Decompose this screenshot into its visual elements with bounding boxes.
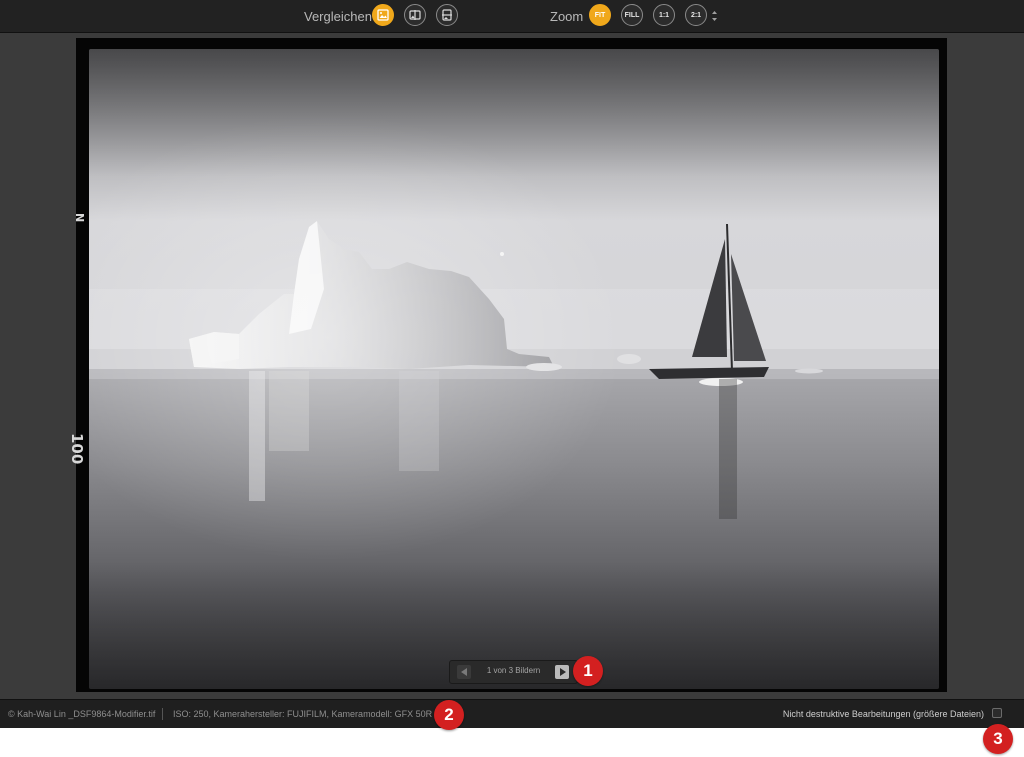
non-destructive-label: Nicht destruktive Bearbeitungen (größere… [782, 709, 984, 719]
compare-single-button[interactable] [372, 4, 394, 26]
non-destructive-checkbox[interactable] [992, 708, 1002, 718]
compare-label: Vergleichen [304, 9, 372, 24]
callout-marker-3: 3 [983, 724, 1013, 754]
status-divider [162, 708, 163, 720]
callout-marker-1: 1 [573, 656, 603, 686]
stacked-view-icon [442, 9, 452, 21]
zoom-2-1-button[interactable]: 2:1 [685, 4, 707, 26]
zoom-fit-button[interactable]: FIT [589, 4, 611, 26]
pager-counter: 1 von 3 Bildern [486, 666, 541, 675]
status-bar: © Kah-Wai Lin _DSF9864-Modifier.tif ISO:… [0, 699, 1024, 728]
image-pager: 1 von 3 Bildern [449, 660, 578, 684]
compare-split-button[interactable] [404, 4, 426, 26]
photo-canvas[interactable] [89, 49, 939, 689]
top-toolbar: Vergleichen Zoom FIT FILL 1:1 2:1 [0, 0, 1024, 33]
file-info: © Kah-Wai Lin _DSF9864-Modifier.tif [8, 709, 156, 719]
single-image-icon [377, 9, 389, 21]
split-view-icon [409, 10, 421, 20]
film-frame: N 100 [68, 38, 947, 692]
film-edge-mark-bottom: 100 [68, 433, 86, 465]
next-image-button[interactable] [555, 665, 569, 679]
photo-image [89, 49, 939, 689]
arrow-left-icon [460, 668, 467, 676]
zoom-1-1-button[interactable]: 1:1 [653, 4, 675, 26]
film-edge-mark-top: N [73, 213, 86, 223]
zoom-stepper-icon[interactable] [711, 9, 718, 23]
app-window: Vergleichen Zoom FIT FILL 1:1 2:1 N 100 … [0, 0, 1024, 728]
zoom-label: Zoom [550, 9, 584, 24]
exif-info: ISO: 250, Kamerahersteller: FUJIFILM, Ka… [173, 709, 433, 719]
arrow-right-icon [559, 668, 566, 676]
zoom-fill-button[interactable]: FILL [621, 4, 643, 26]
compare-stacked-button[interactable] [436, 4, 458, 26]
callout-marker-2: 2 [434, 700, 464, 730]
previous-image-button[interactable] [457, 665, 471, 679]
